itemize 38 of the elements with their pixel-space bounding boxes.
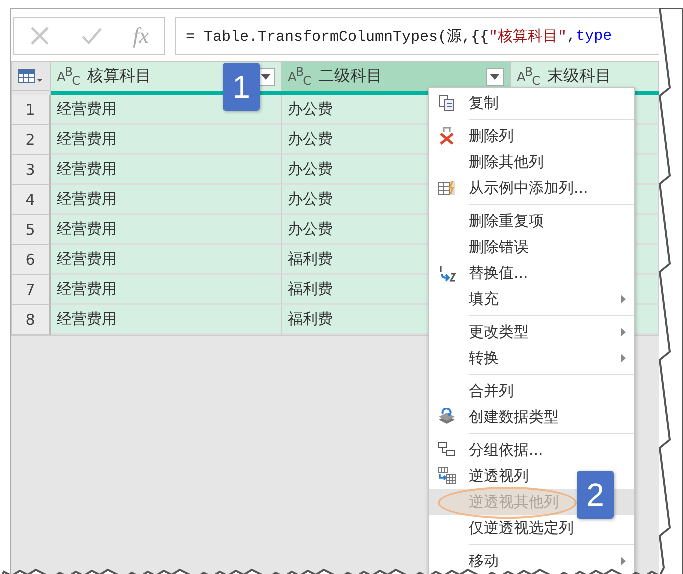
submenu-arrow-icon — [621, 354, 626, 362]
row-number: 5 — [11, 215, 51, 245]
table-cell: 经营费用 — [51, 245, 282, 275]
row-number: 6 — [11, 245, 51, 275]
menu-item[interactable]: 合并列 — [429, 371, 634, 404]
delete-column-icon — [438, 127, 456, 145]
group-icon — [438, 441, 456, 459]
submenu-arrow-icon — [621, 328, 626, 336]
menu-item[interactable]: 移动 — [429, 541, 634, 574]
row-number: 4 — [11, 185, 51, 215]
table-menu-icon[interactable] — [18, 68, 44, 84]
row-number: 2 — [11, 125, 51, 155]
table-cell: 经营费用 — [51, 215, 282, 245]
submenu-arrow-icon — [621, 556, 626, 566]
replace-values-icon — [438, 264, 456, 282]
row-number: 3 — [11, 155, 51, 185]
table-cell: 经营费用 — [51, 155, 282, 185]
caret-icon[interactable] — [490, 74, 500, 80]
row-number: 8 — [11, 305, 51, 335]
step-badge: 2 — [577, 471, 614, 519]
check-icon[interactable] — [81, 26, 104, 46]
unpivot-icon — [438, 467, 456, 485]
row-number: 7 — [11, 275, 51, 305]
table-cell: 经营费用 — [51, 275, 282, 305]
filter-dropdown-button[interactable] — [486, 68, 504, 86]
row-number: 1 — [11, 95, 51, 125]
table-cell: 经营费用 — [51, 185, 282, 215]
menu-item[interactable]: 转换 — [429, 345, 634, 371]
table-cell: 经营费用 — [51, 305, 282, 335]
column-lightning-icon — [438, 179, 456, 197]
submenu-arrow-icon — [621, 294, 626, 304]
menu-item[interactable]: 分组依据... — [429, 430, 634, 463]
formula-field[interactable]: = Table.TransformColumnTypes(源,{{"核算科目",type — [175, 17, 659, 55]
menu-item[interactable]: 创建数据类型 — [429, 404, 634, 430]
caret-icon[interactable] — [261, 74, 271, 80]
layers-icon — [438, 408, 456, 426]
copy-icon — [438, 94, 456, 112]
table-cell: 经营费用 — [51, 125, 282, 155]
